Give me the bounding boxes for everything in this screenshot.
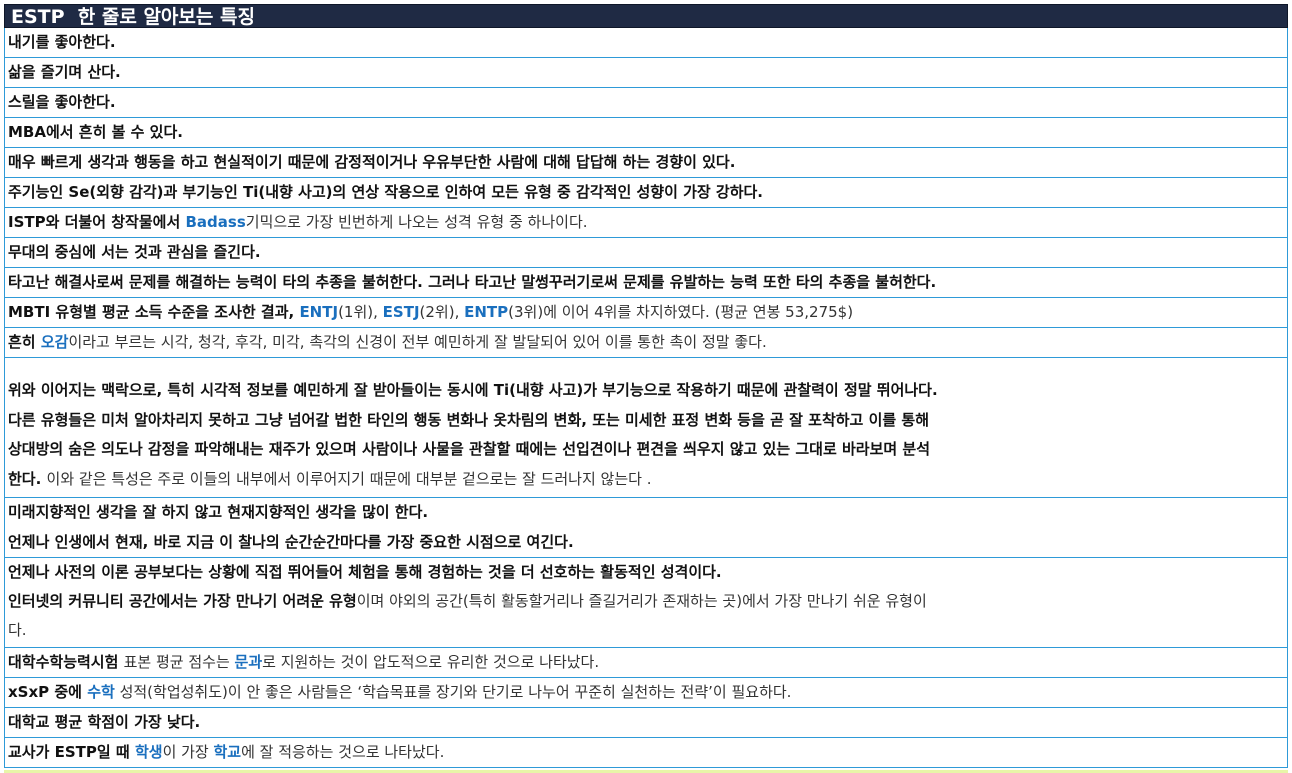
trait-row: 타고난 해결사로써 문제를 해결하는 능력이 타의 추종을 불허한다. 그러나 … xyxy=(4,268,1288,298)
cell-line: 다. xyxy=(8,616,1287,645)
text-run: 로 지원하는 것이 압도적으로 유리한 것으로 나타났다. xyxy=(262,653,600,671)
active-personality-cell: 언제나 사전의 이론 공부보다는 상황에 직접 뛰어들어 체험을 통해 경험하는… xyxy=(4,558,1288,648)
text-run: 미래지향적인 생각을 잘 하지 않고 현재지향적인 생각을 많이 한다. xyxy=(8,503,429,521)
text-run: 내기를 좋아한다. xyxy=(8,33,116,51)
paragraph-line: 위와 이어지는 맥락으로, 특히 시각적 정보를 예민하게 잘 받아들이는 동시… xyxy=(8,376,1287,406)
trait-row: 대학수학능력시험 표본 평균 점수는 문과로 지원하는 것이 압도적으로 유리한… xyxy=(4,648,1288,678)
trait-row: 내기를 좋아한다. xyxy=(4,28,1288,58)
linked-term[interactable]: 학생 xyxy=(135,743,163,761)
text-run: 언제나 사전의 이론 공부보다는 상황에 직접 뛰어들어 체험을 통해 경험하는… xyxy=(8,563,722,581)
text-run: 타고난 해결사로써 문제를 해결하는 능력이 타의 추종을 불허한다. 그러나 … xyxy=(8,273,937,291)
text-run: 기믹으로 가장 빈번하게 나오는 성격 유형 중 하나이다. xyxy=(245,213,588,231)
linked-term[interactable]: 문과 xyxy=(235,653,263,671)
text-run: 에 잘 적응하는 것으로 나타났다. xyxy=(241,743,445,761)
text-run: 이 가장 xyxy=(162,743,214,761)
sheet-title: ESTP 한 줄로 알아보는 특징 xyxy=(4,4,1288,28)
linked-term[interactable]: Badass xyxy=(185,213,245,231)
text-run: 교사가 ESTP일 때 xyxy=(8,743,135,761)
linked-term[interactable]: 수학 xyxy=(87,683,115,701)
text-run: 상대방의 숨은 의도나 감정을 파악해내는 재주가 있으며 사람이나 사물을 관… xyxy=(8,440,931,458)
trait-row: 무대의 중심에 서는 것과 관심을 즐긴다. xyxy=(4,238,1288,268)
trait-row: 교사가 ESTP일 때 학생이 가장 학교에 잘 적응하는 것으로 나타났다. xyxy=(4,738,1288,768)
text-run: (3위)에 이어 4위를 차지하였다. (평균 연봉 53,275$) xyxy=(508,303,854,321)
paragraph-line: 한다. 이와 같은 특성은 주로 이들의 내부에서 이루어지기 때문에 대부분 … xyxy=(8,465,1287,495)
text-run: 흔히 xyxy=(8,333,41,351)
text-run: 주기능인 Se(외향 감각)과 부기능인 Ti(내향 사고)의 연상 작용으로 … xyxy=(8,183,764,201)
trait-row: 삶을 즐기며 산다. xyxy=(4,58,1288,88)
text-run: 스릴을 좋아한다. xyxy=(8,93,116,111)
text-run: 표본 평균 점수는 xyxy=(123,653,235,671)
text-run: 대학교 평균 학점이 가장 낮다. xyxy=(8,713,201,731)
linked-term[interactable]: ENTP xyxy=(464,303,508,321)
paragraph-line: 다른 유형들은 미처 알아차리지 못하고 그냥 넘어갈 법한 타인의 행동 변화… xyxy=(8,406,1287,436)
text-run: 무대의 중심에 서는 것과 관심을 즐긴다. xyxy=(8,243,261,261)
text-run: 삶을 즐기며 산다. xyxy=(8,63,121,81)
text-run: xSxP 중에 xyxy=(8,683,88,701)
text-run: 대학수학능력시험 xyxy=(8,653,124,671)
linked-term[interactable]: 학교 xyxy=(214,743,242,761)
observation-paragraph-cell: 위와 이어지는 맥락으로, 특히 시각적 정보를 예민하게 잘 받아들이는 동시… xyxy=(4,358,1288,498)
text-run: 한다. xyxy=(8,469,47,488)
text-run: 성적(학업성취도)이 안 좋은 사람들은 ‘학습목표를 장기와 단기로 나누어 … xyxy=(114,683,792,701)
trait-row: 주기능인 Se(외향 감각)과 부기능인 Ti(내향 사고)의 연상 작용으로 … xyxy=(4,178,1288,208)
trait-row: 스릴을 좋아한다. xyxy=(4,88,1288,118)
cell-line: 언제나 사전의 이론 공부보다는 상황에 직접 뛰어들어 체험을 통해 경험하는… xyxy=(8,558,1287,587)
linked-term[interactable]: ENTJ xyxy=(299,303,338,321)
text-run: (1위), xyxy=(338,303,383,321)
text-run: 인터넷의 커뮤니티 공간에서는 가장 만나기 어려운 유형 xyxy=(8,592,357,610)
trait-row: 흔히 오감이라고 부르는 시각, 청각, 후각, 미각, 촉각의 신경이 전부 … xyxy=(4,328,1288,358)
cell-line: 인터넷의 커뮤니티 공간에서는 가장 만나기 어려운 유형이며 야외의 공간(특… xyxy=(8,587,1287,616)
text-run: ISTP와 더불어 창작물에서 xyxy=(8,213,186,231)
trait-row: 대학교 평균 학점이 가장 낮다. xyxy=(4,708,1288,738)
text-run: 이라고 부르는 시각, 청각, 후각, 미각, 촉각의 신경이 전부 예민하게 … xyxy=(68,333,767,351)
trait-row: ISTP와 더불어 창작물에서 Badass기믹으로 가장 빈번하게 나오는 성… xyxy=(4,208,1288,238)
linked-term[interactable]: 오감 xyxy=(41,333,69,351)
trait-row: 매우 빠르게 생각과 행동을 하고 현실적이기 때문에 감정적이거나 우유부단한… xyxy=(4,148,1288,178)
text-run: 매우 빠르게 생각과 행동을 하고 현실적이기 때문에 감정적이거나 우유부단한… xyxy=(8,153,736,171)
trait-row: MBTI 유형별 평균 소득 수준을 조사한 결과, ENTJ(1위), EST… xyxy=(4,298,1288,328)
paragraph-line: 상대방의 숨은 의도나 감정을 파악해내는 재주가 있으며 사람이나 사물을 관… xyxy=(8,435,1287,465)
cell-line: 언제나 인생에서 현재, 바로 지금 이 찰나의 순간순간마다를 가장 중요한 … xyxy=(8,528,1287,558)
text-run: 이며 야외의 공간(특히 활동할거리나 즐길거리가 존재하는 곳)에서 가장 만… xyxy=(356,592,927,610)
text-run: 다른 유형들은 미처 알아차리지 못하고 그냥 넘어갈 법한 타인의 행동 변화… xyxy=(8,410,929,429)
cell-line: 미래지향적인 생각을 잘 하지 않고 현재지향적인 생각을 많이 한다. xyxy=(8,498,1287,528)
text-run: 이와 같은 특성은 주로 이들의 내부에서 이루어지기 때문에 대부분 겉으로는… xyxy=(46,469,652,488)
text-run: 위와 이어지는 맥락으로, 특히 시각적 정보를 예민하게 잘 받아들이는 동시… xyxy=(8,381,938,399)
linked-term[interactable]: ESTJ xyxy=(383,303,420,321)
trait-row: xSxP 중에 수학 성적(학업성취도)이 안 좋은 사람들은 ‘학습목표를 장… xyxy=(4,678,1288,708)
text-run: 언제나 인생에서 현재, 바로 지금 이 찰나의 순간순간마다를 가장 중요한 … xyxy=(8,532,574,551)
text-run: 다. xyxy=(8,621,27,639)
present-oriented-cell: 미래지향적인 생각을 잘 하지 않고 현재지향적인 생각을 많이 한다. 언제나… xyxy=(4,498,1288,558)
text-run: (2위), xyxy=(419,303,465,321)
trait-row: MBA에서 흔히 볼 수 있다. xyxy=(4,118,1288,148)
estp-sheet: ESTP 한 줄로 알아보는 특징 내기를 좋아한다. 삶을 즐기며 산다. 스릴을… xyxy=(4,4,1288,768)
text-run: MBTI 유형별 평균 소득 수준을 조사한 결과, xyxy=(8,303,300,321)
text-run: MBA에서 흔히 볼 수 있다. xyxy=(8,123,183,141)
